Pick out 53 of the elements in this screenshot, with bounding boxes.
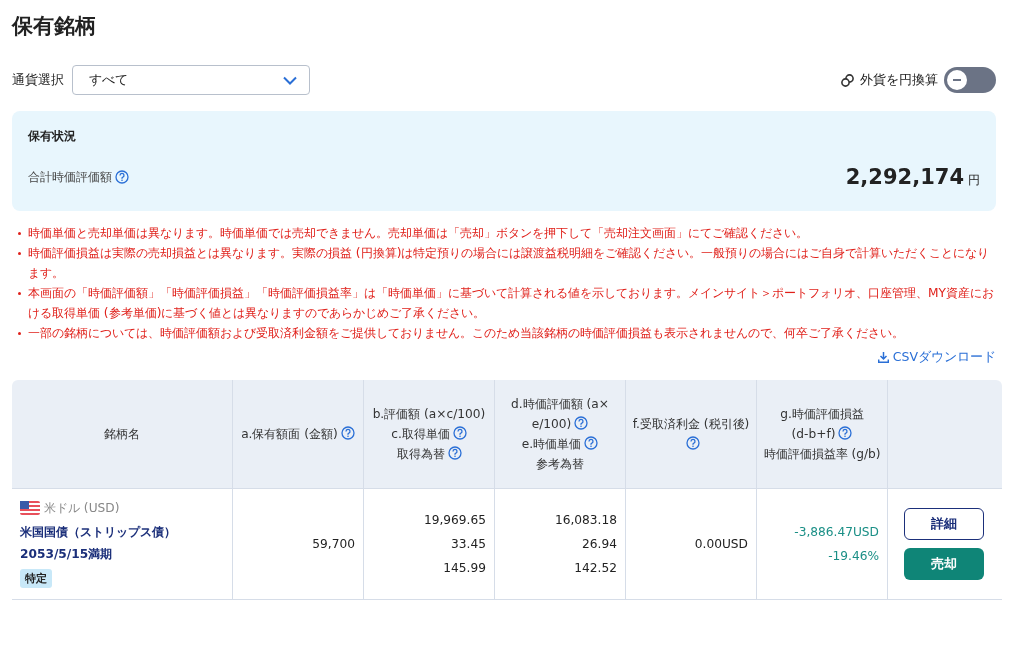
bullet-icon [18,292,21,295]
column-header: f.受取済利金 (税引後) [632,417,750,431]
column-header: c.取得単価 [391,427,450,441]
total-value-label: 合計時価評価額 [28,168,112,186]
download-icon [877,352,889,363]
help-icon[interactable] [340,426,355,440]
table-cell: -3,886.47USD -19.46% [756,488,888,600]
table-cell: 59,700 [232,488,364,600]
column-header: e/100) [531,417,572,431]
column-header: a.保有額面 (金額) [241,427,338,441]
notice-text: 時価単価と売却単価は異なります。時価単価では売却できません。売却単価は「売却」ボタンを押下して「売却注文画面」にてご確認ください。 [28,225,808,242]
page-title: 保有銘柄 [12,13,97,40]
currency-name: 米ドル (USD) [44,499,120,517]
bullet-icon [18,252,21,255]
help-icon[interactable] [838,426,853,440]
currency-label: 通貨選択 [12,71,64,89]
account-type-tag: 特定 [20,568,52,588]
currency-dropdown[interactable]: すべて [72,65,310,95]
column-header: (d-b+f) [791,427,836,441]
help-icon[interactable] [447,446,462,460]
help-icon[interactable] [574,416,589,430]
column-header: b.評価額 (a×c/100) [372,407,486,421]
column-header: e.時価単価 [521,437,582,451]
column-header: 取得為替 [396,447,445,461]
column-header: 時価評価損益率 (g/b) [763,447,881,461]
column-header: g.時価評価損益 [780,407,864,421]
yen-conversion-label: 外貨を円換算 [860,71,938,89]
table-cell: 0.00USD [625,488,757,600]
bullet-icon [18,332,21,335]
flag-icon [20,500,40,515]
help-icon[interactable] [584,436,599,450]
table-cell: 16,083.18 26.94 142.52 [494,488,626,600]
notice-text: 時価評価損益は実際の売却損益とは異なります。実際の損益 (円換算)は特定預りの場合には譲渡益税明細をご確認ください。一般預りの場合にはご自身で計算いただくことになります。 [28,245,991,282]
csv-download-link[interactable]: CSVダウンロード [877,349,996,366]
card-title: 保有状況 [28,128,76,145]
notice-text: 一部の銘柄については、時価評価額および受取済利金額をご提供しておりません。このため当該銘柄の時価評価損益も表示されませんので、何卒ご了承ください。 [28,325,904,342]
chevron-down-icon [283,75,297,85]
bond-name-link[interactable]: 米国国債（ストリップス債） 2053/5/15満期 [20,520,224,565]
table-cell: 19,969.65 33.45 145.99 [363,488,495,600]
help-icon[interactable] [115,170,129,184]
bullet-icon [18,232,21,235]
column-header: 銘柄名 [104,427,140,441]
column-header: 参考為替 [536,457,584,471]
yen-conversion-toggle[interactable] [944,67,996,93]
currency-exchange-icon [841,73,854,87]
column-header: d.時価評価額 (a× [511,397,609,411]
notice-text: 本画面の「時価評価額」「時価評価損益」「時価評価損益率」は「時価単価」に基づいて計算される値を示しております。メインサイト＞ポートフォリオ、口座管理、MY資産における取得単価 (参考単価)に基づく値とは異なりますのであらかじめご了承ください。 [28,285,995,322]
total-value: 2,292,174 [845,165,964,189]
sell-button[interactable]: 売却 [904,548,984,580]
detail-button[interactable]: 詳細 [904,508,984,540]
yen-unit: 円 [968,172,980,189]
help-icon[interactable] [685,436,700,450]
help-icon[interactable] [452,426,467,440]
